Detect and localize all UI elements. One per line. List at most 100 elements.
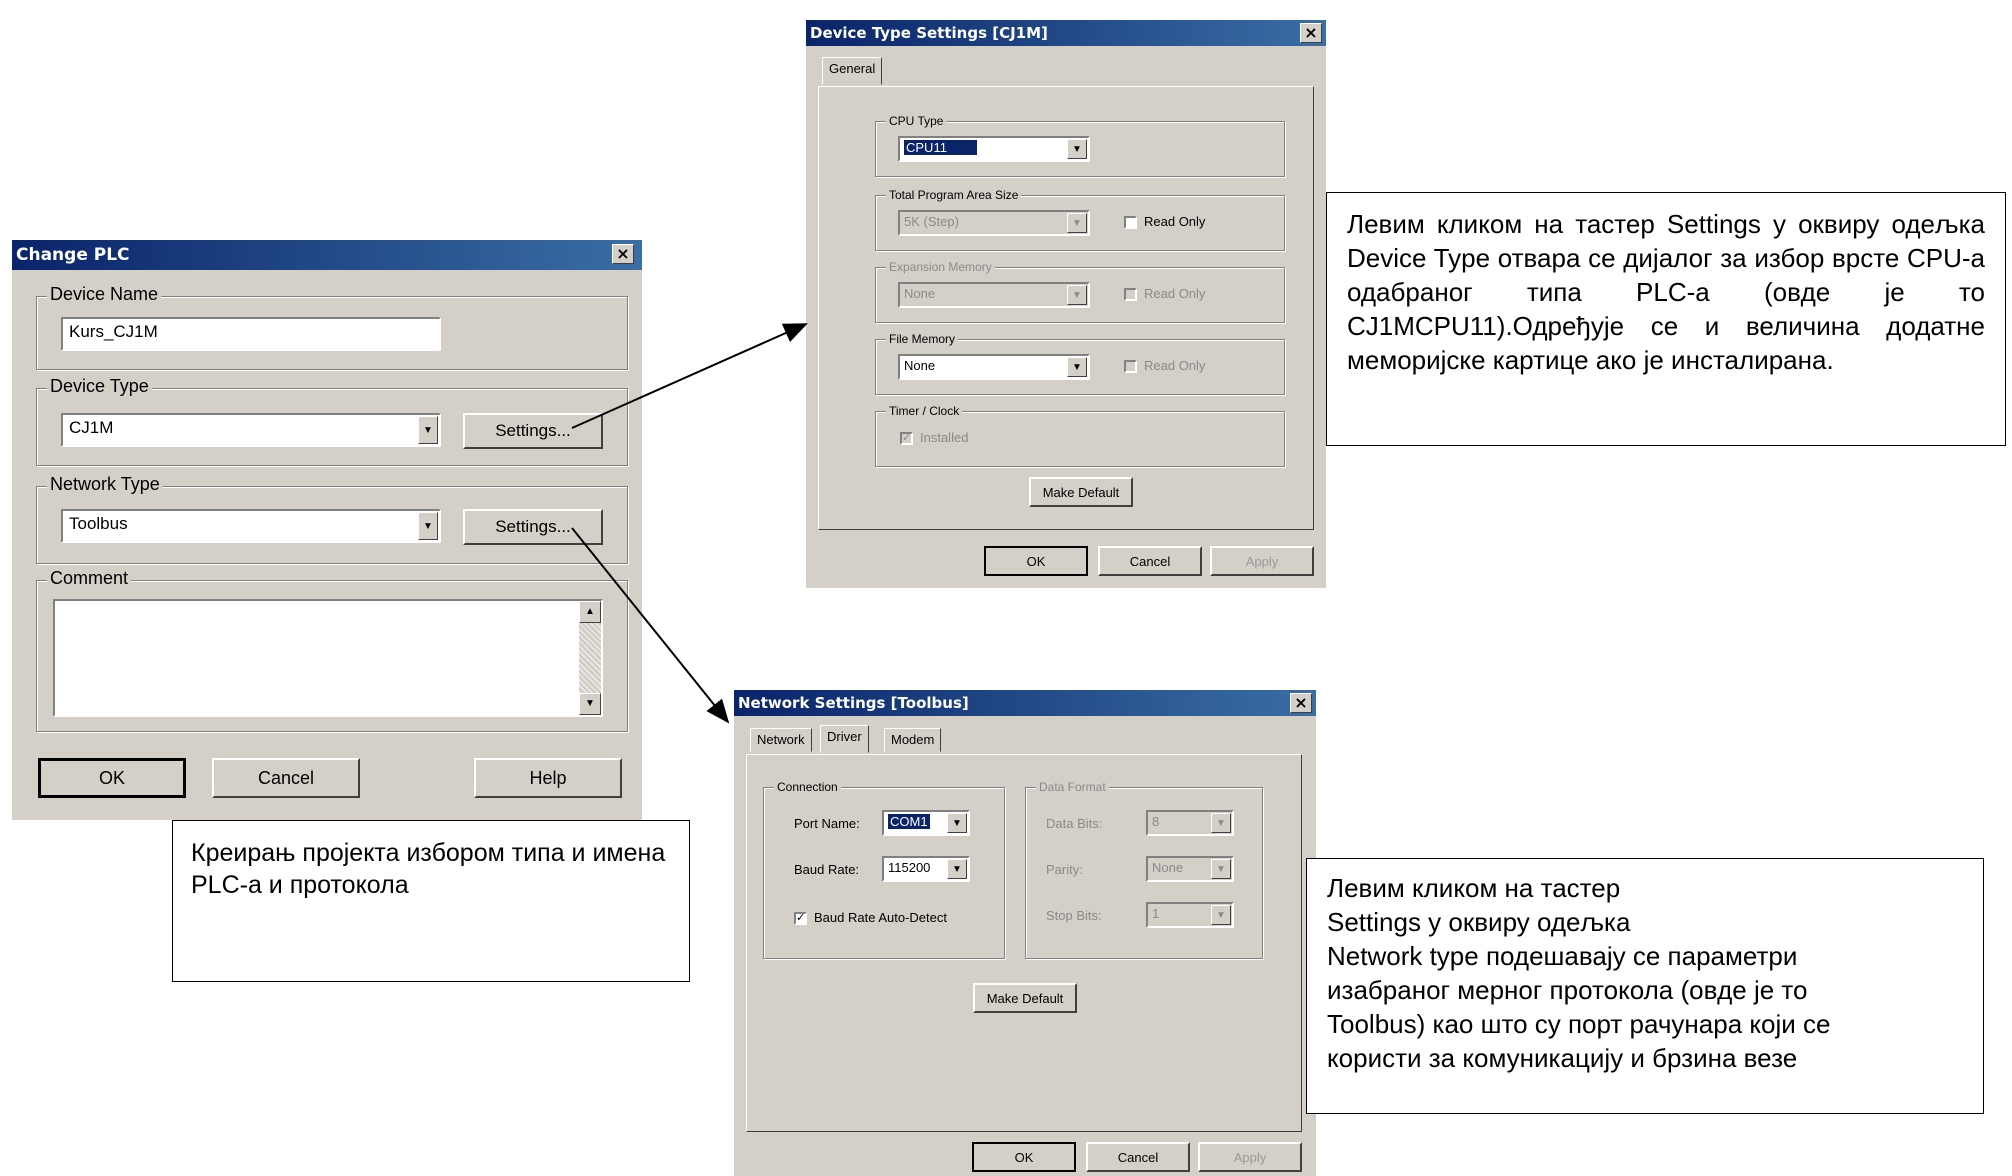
port-name-select[interactable]: COM1 ▼ [882, 810, 970, 836]
network-note-line: користи за комуникацију и брзина везе [1327, 1043, 1798, 1073]
data-format-group: Data Format Data Bits: 8 ▼ Parity: None … [1025, 780, 1263, 959]
change-plc-dialog: Change PLC × Device Name Kurs_CJ1M Devic… [12, 240, 642, 820]
read-only-label: Read Only [1144, 286, 1206, 301]
network-type-settings-button[interactable]: Settings... [463, 509, 603, 545]
program-area-group: Total Program Area Size 5K (Step) ▼ Read… [875, 188, 1285, 251]
cancel-button[interactable]: Cancel [1098, 546, 1202, 576]
network-type-value: Toolbus [69, 514, 128, 533]
network-note-line: Settings у оквиру одељка [1327, 907, 1631, 937]
comment-textarea[interactable]: ▲ ▼ [53, 599, 603, 717]
chevron-down-icon[interactable]: ▼ [418, 416, 438, 444]
chevron-down-icon[interactable]: ▼ [1211, 859, 1231, 879]
scrollbar[interactable]: ▲ ▼ [579, 601, 601, 715]
expansion-memory-group: Expansion Memory None ▼ Read Only [875, 260, 1285, 323]
chevron-down-icon[interactable]: ▼ [1067, 357, 1087, 377]
close-icon[interactable]: × [1300, 23, 1322, 43]
installed-checkbox[interactable]: ✓ [900, 432, 913, 445]
expansion-memory-select[interactable]: None ▼ [898, 282, 1090, 308]
device-type-value: CJ1M [69, 418, 114, 437]
connection-group: Connection Port Name: COM1 ▼ Baud Rate: … [763, 780, 1005, 959]
device-type-settings-button[interactable]: Settings... [463, 413, 603, 449]
device-type-select[interactable]: CJ1M ▼ [61, 413, 441, 447]
network-type-select[interactable]: Toolbus ▼ [61, 509, 441, 543]
network-note-line: Toolbus) као што су порт рачунара који с… [1327, 1009, 1831, 1039]
device-type-note-text: Левим кликом на тастер Settings у оквиру… [1347, 209, 1985, 375]
network-note: Левим кликом на тастер Settings у оквиру… [1306, 858, 1984, 1114]
network-note-line: Левим кликом на тастер [1327, 873, 1621, 903]
tab-general[interactable]: General [822, 57, 883, 85]
device-name-input[interactable]: Kurs_CJ1M [61, 317, 441, 351]
baud-rate-label: Baud Rate: [794, 862, 860, 877]
network-settings-title: Network Settings [Toolbus] [738, 694, 969, 712]
close-icon[interactable]: × [612, 244, 634, 264]
file-memory-value: None [904, 358, 936, 373]
device-type-settings-title: Device Type Settings [CJ1M] [810, 24, 1048, 42]
scroll-up-icon[interactable]: ▲ [579, 601, 601, 623]
general-tab-panel: CPU Type CPU11 ▼ Total Program Area Size… [818, 86, 1314, 530]
read-only-label: Read Only [1144, 358, 1206, 373]
expansion-memory-value: None [904, 286, 936, 301]
tab-modem[interactable]: Modem [884, 728, 942, 752]
apply-button[interactable]: Apply [1198, 1142, 1302, 1172]
port-name-label: Port Name: [794, 816, 860, 831]
ok-button[interactable]: OK [972, 1142, 1076, 1172]
device-type-settings-titlebar: Device Type Settings [CJ1M] × [806, 20, 1326, 46]
data-format-label: Data Format [1036, 780, 1109, 794]
cancel-button[interactable]: Cancel [212, 758, 360, 798]
baud-rate-select[interactable]: 115200 ▼ [882, 856, 970, 882]
chevron-down-icon[interactable]: ▼ [1067, 139, 1087, 159]
chevron-down-icon[interactable]: ▼ [1211, 813, 1231, 833]
read-only-label: Read Only [1144, 214, 1206, 229]
parity-value: None [1152, 860, 1184, 875]
chevron-down-icon[interactable]: ▼ [1067, 285, 1087, 305]
chevron-down-icon[interactable]: ▼ [418, 512, 438, 540]
cpu-type-group: CPU Type CPU11 ▼ [875, 114, 1285, 177]
network-settings-dialog: Network Settings [Toolbus] × Network Dri… [734, 690, 1316, 1176]
driver-tab-panel: Connection Port Name: COM1 ▼ Baud Rate: … [746, 754, 1302, 1132]
make-default-button[interactable]: Make Default [973, 983, 1077, 1013]
stop-bits-value: 1 [1152, 906, 1160, 921]
cpu-type-select[interactable]: CPU11 ▼ [898, 136, 1090, 162]
parity-select[interactable]: None ▼ [1146, 856, 1234, 882]
timer-clock-group: Timer / Clock ✓ Installed [875, 404, 1285, 467]
chevron-down-icon[interactable]: ▼ [947, 813, 967, 833]
make-default-button[interactable]: Make Default [1029, 477, 1133, 507]
chevron-down-icon[interactable]: ▼ [1211, 905, 1231, 925]
apply-button[interactable]: Apply [1210, 546, 1314, 576]
tab-driver[interactable]: Driver [820, 725, 869, 753]
file-memory-select[interactable]: None ▼ [898, 354, 1090, 380]
ok-button[interactable]: OK [984, 546, 1088, 576]
network-note-line: Network type подешавају се параметри [1327, 941, 1798, 971]
data-bits-select[interactable]: 8 ▼ [1146, 810, 1234, 836]
ok-button[interactable]: OK [38, 758, 186, 798]
change-plc-title: Change PLC [16, 245, 130, 265]
chevron-down-icon[interactable]: ▼ [1067, 213, 1087, 233]
cpu-type-label: CPU Type [886, 114, 947, 128]
scroll-down-icon[interactable]: ▼ [579, 693, 601, 715]
read-only-checkbox[interactable] [1124, 216, 1137, 229]
network-type-group: Network Type Toolbus ▼ Settings... [36, 474, 628, 564]
stop-bits-select[interactable]: 1 ▼ [1146, 902, 1234, 928]
read-only-checkbox[interactable] [1124, 288, 1137, 301]
help-button[interactable]: Help [474, 758, 622, 798]
baud-rate-value: 115200 [888, 860, 931, 875]
timer-clock-label: Timer / Clock [886, 404, 963, 418]
change-plc-titlebar: Change PLC × [12, 240, 642, 270]
program-area-label: Total Program Area Size [886, 188, 1022, 202]
auto-detect-checkbox[interactable]: ✓ [794, 912, 807, 925]
tab-network[interactable]: Network [750, 728, 812, 752]
device-type-settings-dialog: Device Type Settings [CJ1M] × General CP… [806, 20, 1326, 588]
device-type-note: Левим кликом на тастер Settings у оквиру… [1326, 192, 2006, 446]
tab-strip: General [822, 57, 1302, 88]
chevron-down-icon[interactable]: ▼ [947, 859, 967, 879]
connection-label: Connection [774, 780, 841, 794]
file-memory-label: File Memory [886, 332, 959, 346]
installed-label: Installed [920, 430, 969, 445]
data-bits-value: 8 [1152, 814, 1160, 829]
program-area-select[interactable]: 5K (Step) ▼ [898, 210, 1090, 236]
device-type-group: Device Type CJ1M ▼ Settings... [36, 376, 628, 466]
cancel-button[interactable]: Cancel [1086, 1142, 1190, 1172]
close-icon[interactable]: × [1290, 693, 1312, 713]
read-only-checkbox[interactable] [1124, 360, 1137, 373]
expansion-memory-label: Expansion Memory [886, 260, 995, 274]
